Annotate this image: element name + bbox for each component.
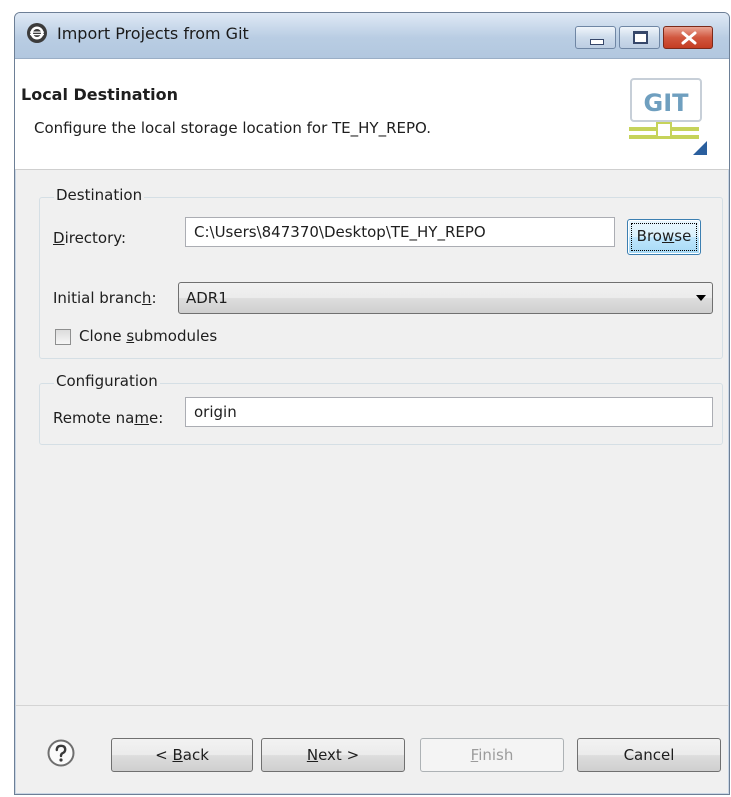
browse-button[interactable]: Browse	[627, 219, 701, 255]
clone-submodules-checkbox[interactable]	[55, 329, 71, 345]
chevron-down-icon	[696, 295, 706, 301]
back-button[interactable]: < Back	[111, 738, 253, 772]
configuration-legend: Configuration	[54, 372, 160, 390]
help-icon[interactable]	[47, 739, 75, 767]
browse-focus-ring	[631, 223, 697, 251]
import-dialog: Import Projects from Git Local Destinati…	[14, 12, 730, 795]
initial-branch-label: Initial branch:	[53, 289, 157, 307]
page-title: Local Destination	[21, 85, 179, 104]
footer-divider	[15, 705, 729, 706]
remote-name-label: Remote name:	[53, 409, 164, 427]
close-icon	[681, 31, 697, 45]
clone-submodules-label[interactable]: Clone submodules	[79, 327, 217, 345]
git-logo-icon: GIT	[629, 78, 707, 155]
minimize-button[interactable]	[575, 26, 616, 49]
minimize-icon	[590, 39, 604, 45]
title-bar[interactable]: Import Projects from Git	[15, 13, 729, 59]
directory-label: Directory:	[53, 229, 127, 247]
git-logo-text: GIT	[644, 89, 690, 117]
close-button[interactable]	[663, 26, 713, 49]
finish-button[interactable]: Finish	[420, 738, 564, 772]
cancel-button[interactable]: Cancel	[577, 738, 721, 772]
initial-branch-value: ADR1	[186, 289, 228, 307]
eclipse-icon	[27, 23, 47, 43]
next-button[interactable]: Next >	[261, 738, 405, 772]
destination-legend: Destination	[54, 186, 145, 204]
page-description: Configure the local storage location for…	[34, 119, 431, 137]
initial-branch-select[interactable]: ADR1	[178, 282, 713, 314]
wizard-header: Local Destination Configure the local st…	[15, 59, 729, 170]
maximize-button[interactable]	[619, 26, 660, 49]
window-title: Import Projects from Git	[57, 24, 249, 43]
maximize-icon	[633, 31, 648, 44]
directory-input[interactable]: C:\Users\847370\Desktop\TE_HY_REPO	[185, 217, 615, 247]
remote-name-input[interactable]: origin	[185, 397, 713, 427]
